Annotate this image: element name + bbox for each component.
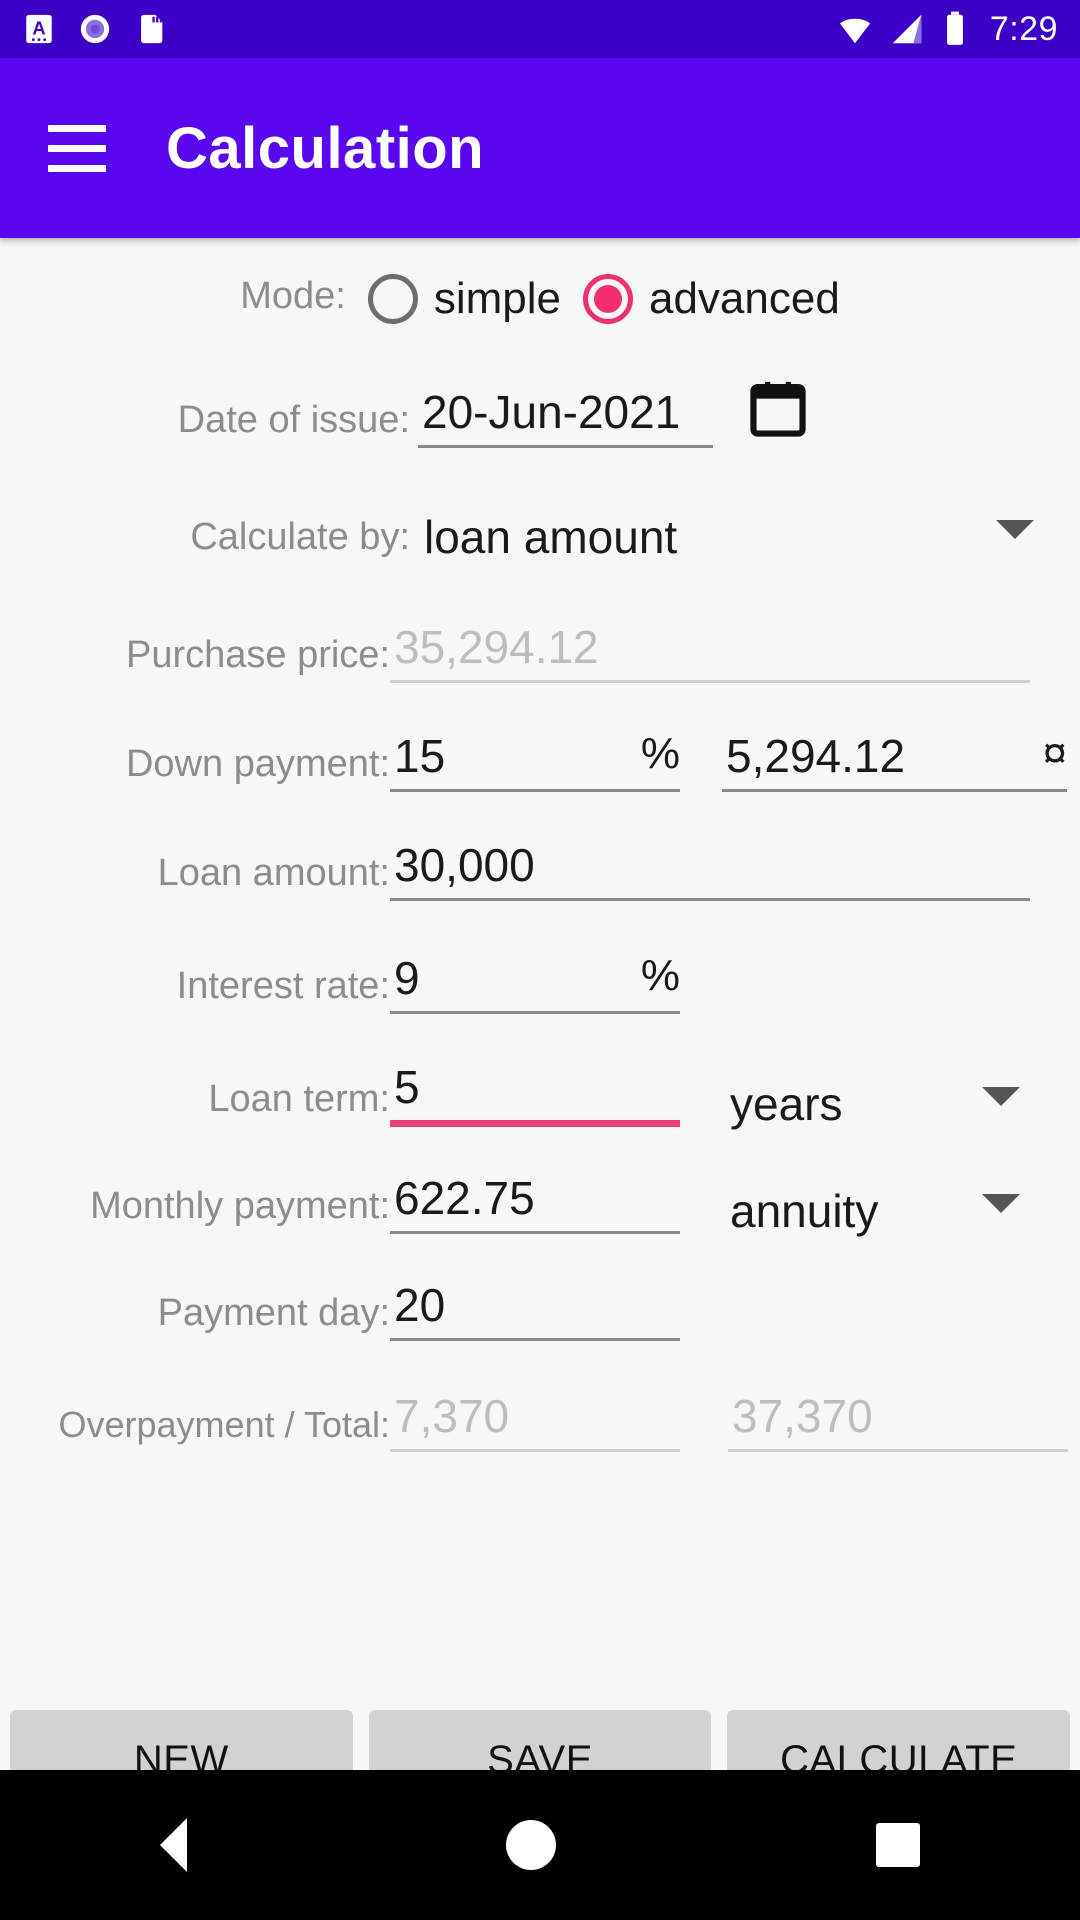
payment-type-dropdown[interactable]: annuity: [730, 1188, 1020, 1234]
mode-row: Mode: simple advanced: [0, 274, 1080, 324]
payment-day-value: 20: [394, 1279, 446, 1331]
calculation-form: Mode: simple advanced Date of issue: 20-…: [0, 274, 1080, 1452]
chevron-down-icon[interactable]: [982, 1193, 1020, 1213]
android-nav-bar: [0, 1770, 1080, 1920]
chevron-down-icon[interactable]: [996, 519, 1034, 539]
wifi-icon: [839, 18, 870, 44]
calculate-by-dropdown[interactable]: loan amount: [424, 514, 1034, 560]
phone-screen: A 7:29 Calculation Mode: simple advanced…: [0, 0, 1080, 1920]
loan-amount-value: 30,000: [394, 839, 535, 891]
calculate-by-row: Calculate by: loan amount: [0, 514, 1080, 560]
radio-simple-label: simple: [433, 274, 561, 323]
loan-amount-row: Loan amount: 30,000: [0, 842, 1080, 901]
sd-card-icon: [141, 14, 163, 44]
interest-percent-symbol: %: [640, 951, 680, 1000]
monthly-payment-input[interactable]: 622.75: [390, 1175, 680, 1234]
overpayment-total-label: Overpayment / Total:: [58, 1404, 391, 1445]
payment-day-input[interactable]: 20: [390, 1282, 680, 1341]
total-value: 37,370: [732, 1390, 873, 1442]
svg-text:A: A: [32, 18, 45, 39]
purchase-price-value: 35,294.12: [394, 621, 599, 673]
radio-advanced-icon[interactable]: [582, 274, 633, 324]
status-clock: 7:29: [989, 9, 1058, 48]
radio-simple-icon[interactable]: [367, 274, 418, 324]
down-payment-row: Down payment: 15 % 5,294.12 ¤: [0, 729, 1080, 792]
home-icon[interactable]: [506, 1820, 557, 1870]
monthly-payment-label: Monthly payment:: [90, 1185, 390, 1227]
date-of-issue-value: 20-Jun-2021: [422, 386, 681, 438]
loan-term-value: 5: [394, 1061, 420, 1113]
percent-symbol: %: [640, 729, 680, 778]
overpayment-input[interactable]: 7,370: [390, 1393, 680, 1452]
interest-rate-value: 9: [394, 952, 420, 1004]
down-payment-percent-input[interactable]: 15 %: [390, 729, 680, 792]
down-payment-percent-value: 15: [394, 730, 446, 782]
loan-term-label: Loan term:: [208, 1078, 390, 1120]
currency-symbol: ¤: [1042, 729, 1067, 778]
recents-icon[interactable]: [876, 1823, 921, 1867]
calculate-by-label: Calculate by:: [190, 515, 410, 558]
monthly-payment-value: 622.75: [394, 1172, 535, 1224]
purchase-price-row: Purchase price: 35,294.12: [0, 624, 1080, 683]
hamburger-menu-icon[interactable]: [48, 124, 106, 172]
status-bar: A 7:29: [0, 0, 1080, 58]
loan-term-unit-dropdown[interactable]: years: [730, 1081, 1020, 1127]
payment-type-value: annuity: [730, 1185, 879, 1237]
date-of-issue-row: Date of issue: 20-Jun-2021: [0, 378, 1080, 448]
interest-rate-input[interactable]: 9 %: [390, 951, 680, 1014]
calculate-by-value: loan amount: [424, 511, 678, 563]
loan-amount-label: Loan amount:: [157, 852, 390, 894]
purchase-price-label: Purchase price:: [125, 634, 390, 676]
interest-rate-label: Interest rate:: [176, 965, 390, 1007]
radio-mode-simple[interactable]: simple: [346, 274, 561, 324]
record-icon: [80, 14, 110, 44]
down-payment-amount-value: 5,294.12: [726, 730, 906, 782]
loan-term-row: Loan term: 5 years: [0, 1064, 1080, 1127]
date-of-issue-input[interactable]: 20-Jun-2021: [418, 389, 713, 448]
down-payment-label: Down payment:: [125, 743, 390, 785]
interest-rate-row: Interest rate: 9 %: [0, 951, 1080, 1014]
chevron-down-icon[interactable]: [982, 1086, 1020, 1106]
payment-day-row: Payment day: 20: [0, 1282, 1080, 1341]
monthly-payment-row: Monthly payment: 622.75 annuity: [0, 1175, 1080, 1234]
page-title: Calculation: [166, 115, 485, 181]
loan-term-unit-value: years: [730, 1078, 843, 1130]
status-notification-icons: A: [22, 12, 168, 46]
overpayment-total-row: Overpayment / Total: 7,370 37,370: [0, 1393, 1080, 1452]
total-input[interactable]: 37,370: [728, 1393, 1068, 1452]
overpayment-value: 7,370: [394, 1390, 510, 1442]
status-system-icons: 7:29: [836, 10, 1058, 49]
loan-term-input[interactable]: 5: [390, 1064, 680, 1127]
back-icon[interactable]: [159, 1818, 187, 1872]
calendar-icon[interactable]: [747, 378, 809, 440]
radio-mode-advanced[interactable]: advanced: [561, 274, 840, 324]
down-payment-amount-input[interactable]: 5,294.12 ¤: [722, 729, 1067, 792]
date-of-issue-label: Date of issue:: [177, 399, 410, 441]
mode-label: Mode:: [240, 274, 346, 317]
loan-amount-input[interactable]: 30,000: [390, 842, 1030, 901]
font-size-icon: A: [26, 14, 52, 44]
app-bar: Calculation: [0, 58, 1080, 238]
battery-icon: [946, 11, 963, 45]
signal-icon: [892, 14, 922, 44]
payment-day-label: Payment day:: [157, 1292, 390, 1334]
radio-advanced-label: advanced: [648, 274, 840, 323]
purchase-price-input[interactable]: 35,294.12: [390, 624, 1030, 683]
